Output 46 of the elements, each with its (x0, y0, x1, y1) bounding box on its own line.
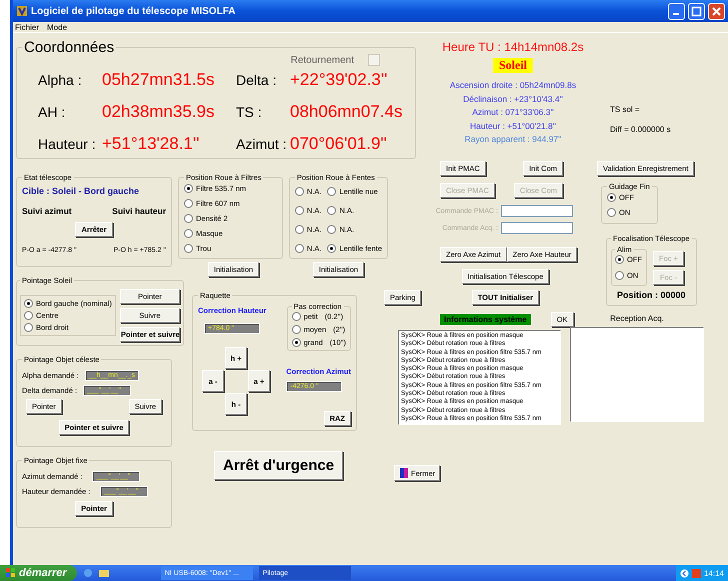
coordinate-value: 08h06mn07.4s (290, 102, 404, 122)
door-icon (399, 467, 409, 479)
menu-item[interactable]: Mode (47, 22, 68, 32)
reception-label: Reception Acq. (609, 314, 665, 323)
coordinate-value: 070°06'01.9'' (290, 134, 388, 154)
emergency-stop-button[interactable]: Arrêt d'urgence (214, 451, 344, 480)
sidereal-time-label: TS sol = (610, 105, 641, 114)
arrow-icon[interactable] (680, 568, 689, 578)
coordinate-value: +51°13'28.1'' (102, 134, 200, 154)
command-field[interactable] (501, 222, 573, 234)
tracking-status: Suivi azimut (22, 206, 72, 216)
checkbox[interactable] (368, 54, 380, 66)
sun-info-line: Hauteur : +51°00'21.8'' (470, 120, 556, 132)
sun-info-line: Ascension droite : 05h24mn09.8s (450, 79, 576, 92)
browser-icon[interactable] (82, 568, 93, 578)
position-readout: Position : 00000 (616, 290, 687, 300)
system-info-label: Informations système (440, 314, 531, 325)
sun-info-line: Rayon apparent : 944.97'' (464, 133, 562, 146)
start-button[interactable]: démarrer (0, 565, 77, 581)
app-icon (16, 5, 28, 17)
sun-info-line: Azimut : 071°33'06.3'' (472, 106, 554, 119)
coordinate-value: 05h27mn31.5s (102, 70, 216, 90)
difference-label: Diff = 0.000000 s (610, 125, 671, 134)
clock: 14:14 (704, 568, 724, 578)
coordinate-label: Delta : (236, 72, 278, 88)
command-field[interactable] (501, 205, 573, 217)
time-readout: Heure TU : 14h14mn08.2s (442, 40, 584, 54)
folder-icon[interactable] (98, 568, 109, 578)
close-icon[interactable] (708, 2, 725, 20)
coordinate-label: TS : (236, 104, 263, 120)
target-label: Soleil (492, 58, 533, 73)
minimize-icon[interactable] (668, 2, 685, 20)
coordinate-value: +22°39'02.3'' (290, 70, 388, 90)
coordinate-label: Hauteur : (38, 136, 97, 152)
menu-item[interactable]: Fichier (15, 22, 40, 32)
coordinate-label: Azimut : (236, 136, 288, 152)
coordinate-label: Alpha : (38, 72, 83, 88)
sun-info-line: Déclinaison : +23°10'43.4'' (463, 92, 563, 106)
checkbox-label: Retournement (290, 54, 354, 66)
coordinate-label: AH : (38, 104, 66, 120)
target-text: Cible : Soleil - Bord gauche (22, 186, 140, 196)
windows-logo-icon (6, 568, 16, 578)
maximize-icon[interactable] (688, 2, 705, 20)
tracking-status: Suivi hauteur (112, 206, 166, 216)
coordinate-value: 02h38mn35.9s (102, 102, 216, 122)
window-title: Logiciel de pilotage du télescope MISOLFA (31, 6, 236, 16)
